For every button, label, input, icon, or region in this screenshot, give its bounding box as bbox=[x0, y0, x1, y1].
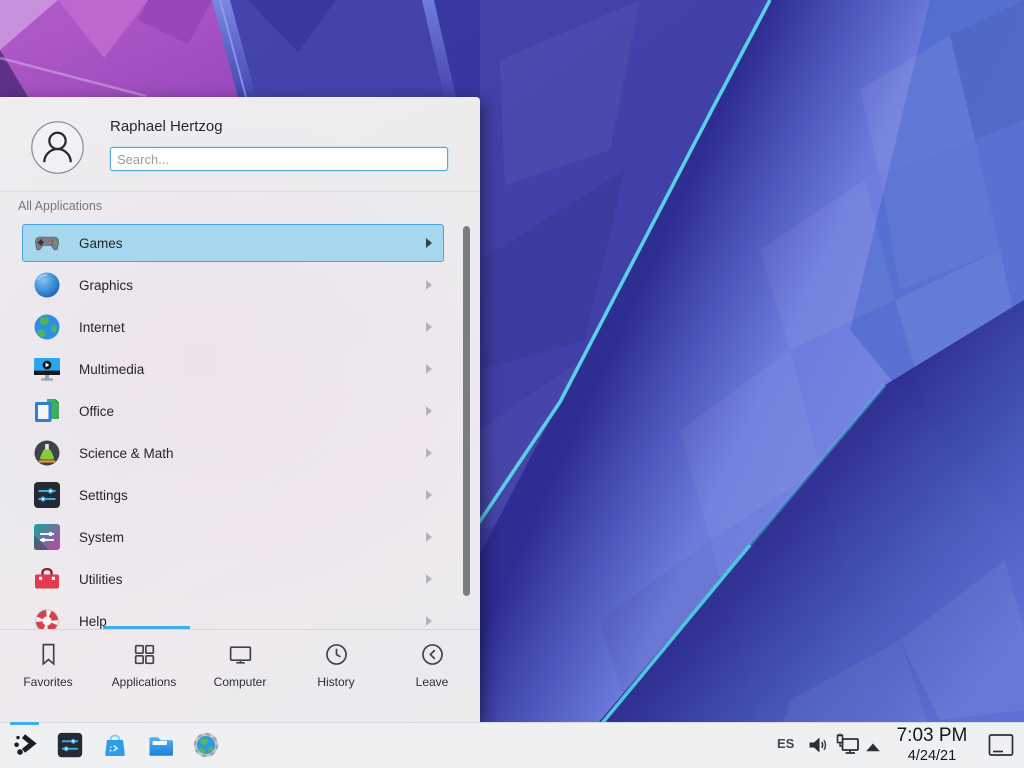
submenu-arrow-icon bbox=[426, 238, 432, 248]
category-graphics[interactable]: Graphics bbox=[22, 266, 444, 304]
category-internet[interactable]: Internet bbox=[22, 308, 444, 346]
launcher-active-indicator bbox=[10, 722, 39, 725]
help-icon bbox=[31, 605, 63, 630]
tab-label: Leave bbox=[416, 675, 449, 689]
submenu-arrow-icon bbox=[426, 616, 432, 626]
category-label: Internet bbox=[79, 320, 125, 335]
submenu-arrow-icon bbox=[426, 406, 432, 416]
kickoff-launcher-icon[interactable] bbox=[11, 730, 41, 760]
keyboard-layout-indicator[interactable]: ES bbox=[777, 736, 794, 751]
kickoff-tabbar: Favorites Applications Computer bbox=[0, 630, 480, 722]
games-icon bbox=[31, 227, 63, 259]
discover-icon[interactable] bbox=[100, 730, 130, 760]
multimedia-icon bbox=[31, 353, 63, 385]
system-icon bbox=[31, 521, 63, 553]
tab-applications[interactable]: Applications bbox=[96, 630, 192, 722]
tab-label: Applications bbox=[112, 675, 177, 689]
category-utilities[interactable]: Utilities bbox=[22, 560, 444, 598]
category-label: Settings bbox=[79, 488, 128, 503]
category-label: Science & Math bbox=[79, 446, 174, 461]
submenu-arrow-icon bbox=[426, 364, 432, 374]
settings-icon bbox=[31, 479, 63, 511]
category-science-math[interactable]: Science & Math bbox=[22, 434, 444, 472]
clock-time: 7:03 PM bbox=[886, 724, 978, 747]
computer-icon bbox=[227, 641, 254, 668]
tab-label: Favorites bbox=[23, 675, 72, 689]
applications-icon bbox=[131, 641, 158, 668]
tab-leave[interactable]: Leave bbox=[384, 630, 480, 722]
submenu-arrow-icon bbox=[426, 448, 432, 458]
tab-label: History bbox=[317, 675, 354, 689]
utilities-icon bbox=[31, 563, 63, 595]
volume-icon[interactable] bbox=[806, 733, 830, 757]
submenu-arrow-icon bbox=[426, 280, 432, 290]
category-help[interactable]: Help bbox=[22, 602, 444, 630]
category-label: Graphics bbox=[79, 278, 133, 293]
category-office[interactable]: Office bbox=[22, 392, 444, 430]
category-label: Office bbox=[79, 404, 114, 419]
submenu-arrow-icon bbox=[426, 574, 432, 584]
category-label: Games bbox=[79, 236, 123, 251]
category-multimedia[interactable]: Multimedia bbox=[22, 350, 444, 388]
category-label: Multimedia bbox=[79, 362, 144, 377]
submenu-arrow-icon bbox=[426, 490, 432, 500]
submenu-arrow-icon bbox=[426, 322, 432, 332]
expand-tray-caret-icon[interactable] bbox=[866, 742, 880, 752]
category-list: Games Graphics bbox=[0, 97, 480, 630]
tab-history[interactable]: History bbox=[288, 630, 384, 722]
list-scrollbar[interactable] bbox=[463, 226, 470, 596]
tab-computer[interactable]: Computer bbox=[192, 630, 288, 722]
system-settings-icon[interactable] bbox=[55, 730, 85, 760]
internet-icon bbox=[31, 311, 63, 343]
graphics-icon bbox=[31, 269, 63, 301]
digital-clock[interactable]: 7:03 PM 4/24/21 bbox=[886, 724, 978, 765]
favorites-icon bbox=[35, 641, 62, 668]
tab-label: Computer bbox=[214, 675, 267, 689]
category-system[interactable]: System bbox=[22, 518, 444, 556]
submenu-arrow-icon bbox=[426, 532, 432, 542]
science-icon bbox=[31, 437, 63, 469]
taskbar-panel: ES 7:03 PM 4/24/21 bbox=[0, 722, 1024, 768]
clock-date: 4/24/21 bbox=[886, 747, 978, 765]
category-label: Utilities bbox=[79, 572, 123, 587]
category-settings[interactable]: Settings bbox=[22, 476, 444, 514]
web-browser-icon[interactable] bbox=[191, 730, 221, 760]
kickoff-launcher-menu: Raphael Hertzog All Applications Games bbox=[0, 97, 480, 722]
office-icon bbox=[31, 395, 63, 427]
category-games[interactable]: Games bbox=[22, 224, 444, 262]
tab-favorites[interactable]: Favorites bbox=[0, 630, 96, 722]
category-label: System bbox=[79, 530, 124, 545]
show-desktop-button[interactable] bbox=[988, 733, 1014, 757]
network-icon[interactable] bbox=[835, 732, 861, 758]
file-manager-icon[interactable] bbox=[146, 730, 176, 760]
history-icon bbox=[323, 641, 350, 668]
leave-icon bbox=[419, 641, 446, 668]
